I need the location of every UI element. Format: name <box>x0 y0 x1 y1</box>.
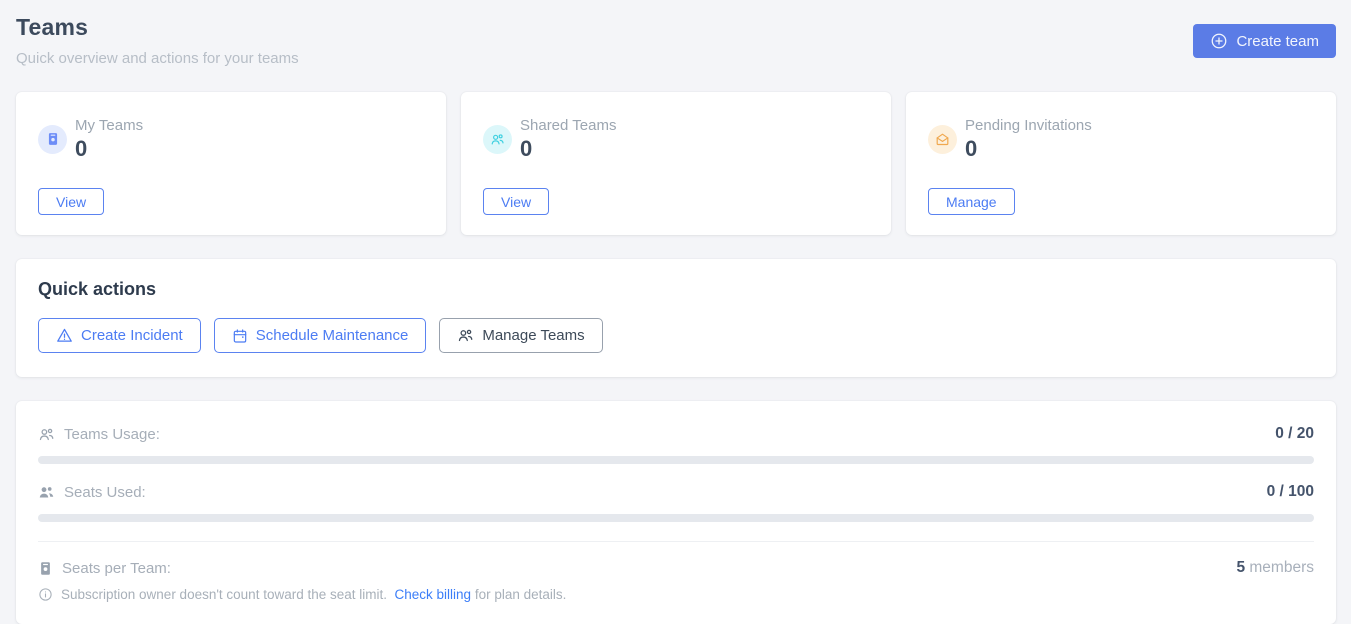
user-group-icon <box>38 426 55 443</box>
create-incident-button[interactable]: Create Incident <box>38 318 201 353</box>
seat-limit-note: Subscription owner doesn't count toward … <box>38 587 1314 602</box>
quick-actions-panel: Quick actions Create Incident <box>16 259 1336 377</box>
card-value: 0 <box>520 137 616 161</box>
teams-usage-progressbar <box>38 456 1314 464</box>
schedule-maintenance-button[interactable]: Schedule Maintenance <box>214 318 427 353</box>
seats-used-row: Seats Used: 0 / 100 <box>38 483 1314 501</box>
my-teams-card: My Teams 0 View <box>16 92 446 235</box>
card-value: 0 <box>965 137 1092 161</box>
teams-page: Teams Quick overview and actions for you… <box>0 0 1351 624</box>
manage-invitations-button[interactable]: Manage <box>928 188 1015 215</box>
quick-actions-heading: Quick actions <box>38 279 1314 300</box>
shared-teams-card: Shared Teams 0 View <box>461 92 891 235</box>
create-team-button[interactable]: Create team <box>1193 24 1336 58</box>
page-subtitle: Quick overview and actions for your team… <box>16 50 299 67</box>
manage-teams-label: Manage Teams <box>482 327 584 344</box>
pending-invitations-card: Pending Invitations 0 Manage <box>906 92 1336 235</box>
seats-used-progressbar <box>38 514 1314 522</box>
header-text-block: Teams Quick overview and actions for you… <box>16 14 299 67</box>
teams-usage-row: Teams Usage: 0 / 20 <box>38 425 1314 443</box>
seats-per-team-value: 5 members <box>1236 559 1314 577</box>
stat-cards-row: My Teams 0 View Shared Teams <box>16 92 1336 235</box>
users-filled-icon <box>38 484 55 501</box>
create-team-label: Create team <box>1236 33 1319 50</box>
seats-per-team-row: Seats per Team: 5 members <box>38 559 1314 577</box>
page-title: Teams <box>16 14 299 41</box>
usage-divider <box>38 541 1314 542</box>
calendar-icon <box>232 328 248 344</box>
user-group-icon <box>483 125 512 154</box>
view-shared-teams-button[interactable]: View <box>483 188 549 215</box>
schedule-maintenance-label: Schedule Maintenance <box>256 327 409 344</box>
page-header: Teams Quick overview and actions for you… <box>16 14 1336 67</box>
teams-usage-value: 0 / 20 <box>1275 425 1314 443</box>
card-label: Shared Teams <box>520 117 616 134</box>
note-text: Subscription owner doesn't count toward … <box>61 587 566 602</box>
teams-usage-label: Teams Usage: <box>64 426 160 443</box>
user-group-icon <box>457 327 474 344</box>
id-badge-icon <box>38 125 67 154</box>
view-my-teams-button[interactable]: View <box>38 188 104 215</box>
check-billing-link[interactable]: Check billing <box>395 587 472 602</box>
manage-teams-button[interactable]: Manage Teams <box>439 318 602 353</box>
usage-panel: Teams Usage: 0 / 20 Seats Used: 0 <box>16 401 1336 624</box>
create-incident-label: Create Incident <box>81 327 183 344</box>
warning-triangle-icon <box>56 327 73 344</box>
open-envelope-icon <box>928 125 957 154</box>
id-badge-icon <box>38 561 53 576</box>
card-label: Pending Invitations <box>965 117 1092 134</box>
info-icon <box>38 587 53 602</box>
plus-circle-icon <box>1210 32 1228 50</box>
card-label: My Teams <box>75 117 143 134</box>
card-value: 0 <box>75 137 143 161</box>
seats-used-value: 0 / 100 <box>1267 483 1314 501</box>
seats-per-team-label: Seats per Team: <box>62 560 171 577</box>
seats-used-label: Seats Used: <box>64 484 146 501</box>
